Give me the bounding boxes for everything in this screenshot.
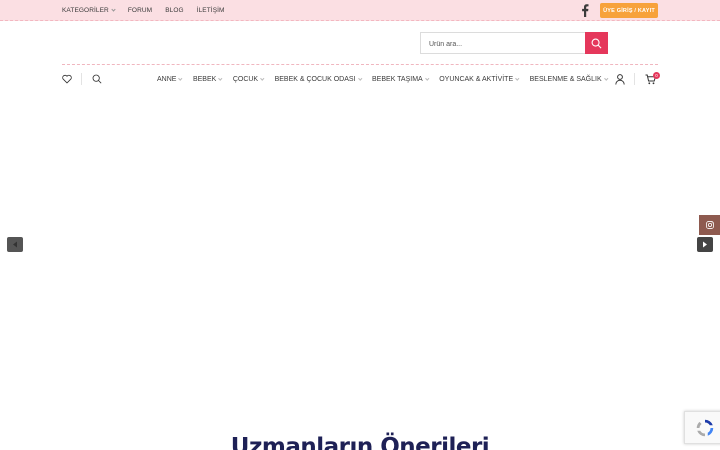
search-input[interactable] [421, 34, 586, 55]
nav-item-oyuncak-aktivite[interactable]: OYUNCAK & AKTİVİTE [439, 75, 520, 83]
top-menu-label: KATEGORİLER [62, 7, 109, 14]
chevron-down-icon [111, 7, 116, 12]
top-menu-item-forum[interactable]: FORUM [128, 7, 152, 14]
search-icon[interactable] [92, 74, 102, 84]
nav-separator [81, 73, 82, 85]
top-menu-item-iletisim[interactable]: İLETİŞİM [197, 7, 225, 14]
chevron-down-icon [218, 76, 223, 80]
nav-item-cocuk[interactable]: ÇOCUK [232, 75, 265, 83]
recaptcha-icon [696, 419, 713, 436]
nav-separator [634, 73, 635, 85]
nav-item-bebek[interactable]: BEBEK [192, 75, 223, 83]
nav-item-label: BEBEK & ÇOCUK ODASI [274, 75, 356, 83]
chevron-down-icon [357, 76, 362, 80]
cart-count-badge: 0 [653, 72, 660, 79]
chevron-down-icon [515, 76, 520, 80]
nav-item-label: OYUNCAK & AKTİVİTE [439, 75, 514, 83]
chevron-down-icon [178, 76, 183, 80]
top-menu-label: FORUM [127, 7, 153, 14]
top-menu-label: İLETİŞİM [196, 7, 225, 14]
search-box [420, 32, 586, 55]
user-icon[interactable] [615, 74, 625, 85]
instagram-button[interactable] [699, 215, 720, 235]
nav-item-bebek-cocuk-odasi[interactable]: BEBEK & ÇOCUK ODASI [274, 75, 362, 83]
nav-item-anne[interactable]: ANNE [157, 75, 183, 83]
nav-item-label: ÇOCUK [232, 75, 259, 83]
header-divider [62, 64, 658, 65]
top-menu-item-kategoriler[interactable]: KATEGORİLER [62, 7, 116, 14]
arrow-right-icon [703, 241, 707, 248]
nav-item-label: BEBEK TAŞIMA [372, 75, 423, 83]
chevron-down-icon [260, 76, 265, 80]
top-menu-item-blog[interactable]: BLOG [165, 7, 183, 14]
search-icon [591, 38, 602, 48]
nav-item-label: BEBEK [192, 75, 217, 83]
login-register-button[interactable]: ÜYE GİRİŞ / KAYIT [600, 3, 658, 18]
slider-prev-button[interactable] [7, 237, 23, 252]
top-menu-label: BLOG [165, 7, 184, 14]
nav-item-beslenme-saglik[interactable]: BESLENME & SAĞLIK [529, 75, 608, 83]
nav-item-label: BESLENME & SAĞLIK [529, 75, 602, 83]
section-title: Uzmanların Önerileri [230, 434, 490, 450]
facebook-icon[interactable] [581, 4, 589, 17]
nav-item-label: ANNE [157, 75, 177, 83]
heart-icon[interactable] [62, 74, 72, 84]
slider-next-button[interactable] [697, 237, 713, 252]
recaptcha-badge[interactable] [684, 411, 720, 444]
top-menu: KATEGORİLER FORUM BLOG İLETİŞİM [62, 0, 238, 21]
instagram-icon [705, 221, 714, 229]
search-button[interactable] [585, 32, 608, 54]
chevron-down-icon [604, 76, 608, 80]
main-nav: ANNE BEBEK ÇOCUK BEBEK & ÇOCUK ODASI BEB… [157, 72, 618, 86]
arrow-left-icon [13, 241, 17, 248]
nav-item-bebek-tasima[interactable]: BEBEK TAŞIMA [372, 75, 429, 83]
chevron-down-icon [425, 76, 429, 80]
